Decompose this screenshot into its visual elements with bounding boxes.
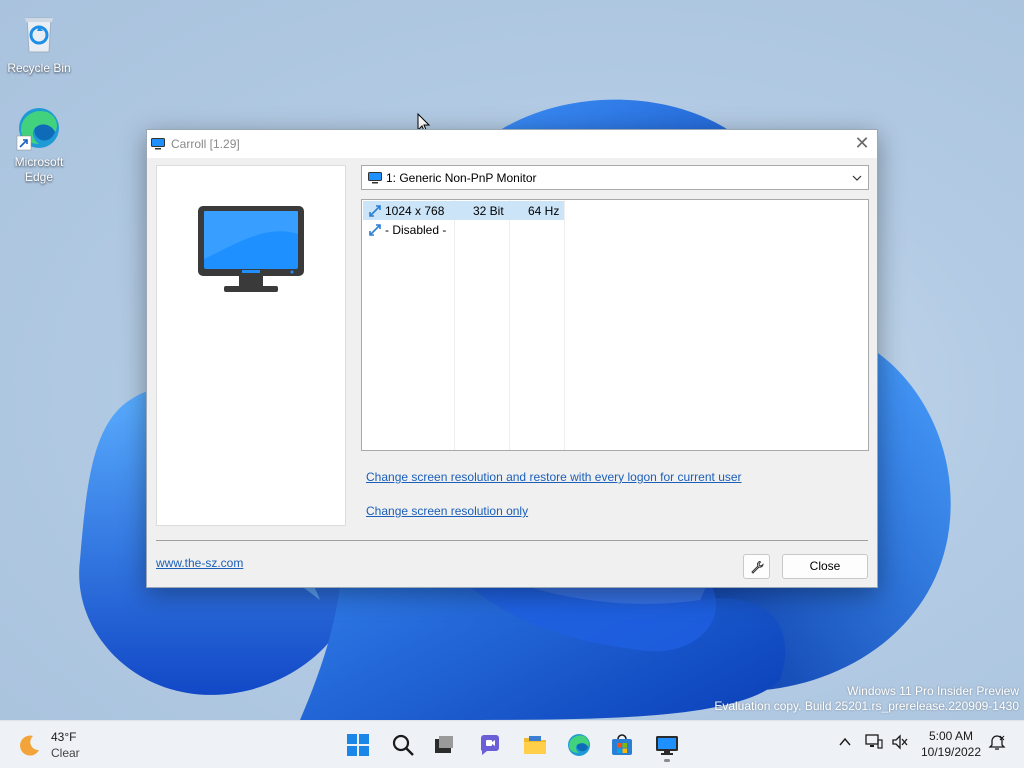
weather-temperature: 43°F xyxy=(51,730,77,744)
window-title: Carroll [1.29] xyxy=(171,137,240,151)
edge-icon xyxy=(568,734,590,756)
resize-arrow-icon xyxy=(369,224,381,236)
edge-icon xyxy=(15,104,63,152)
window-close-button[interactable]: ✕ xyxy=(847,130,877,158)
website-link[interactable]: www.the-sz.com xyxy=(156,556,243,570)
store-icon xyxy=(612,734,632,755)
network-icon[interactable] xyxy=(865,734,883,750)
weather-widget[interactable]: 43°F Clear xyxy=(16,729,106,761)
file-explorer-icon xyxy=(524,736,546,754)
mode-resolution: 1024 x 768 xyxy=(385,204,445,218)
start-icon xyxy=(347,734,369,756)
carroll-window: Carroll [1.29] ✕ 1: Generic Non-PnP Moni… xyxy=(146,129,878,588)
search-button[interactable] xyxy=(387,729,419,761)
title-bar[interactable]: Carroll [1.29] ✕ xyxy=(147,130,877,158)
restore-every-logon-link[interactable]: Change screen resolution and restore wit… xyxy=(366,470,742,484)
monitor-icon xyxy=(151,138,165,150)
edge-label: Microsoft Edge xyxy=(14,155,64,184)
edge-shortcut[interactable]: Microsoft Edge xyxy=(1,104,77,185)
recycle-bin-shortcut[interactable]: Recycle Bin xyxy=(1,10,77,76)
mode-refresh: 64 Hz xyxy=(528,204,560,218)
monitor-dropdown-value: 1: Generic Non-PnP Monitor xyxy=(386,171,537,185)
chevron-down-icon xyxy=(852,175,862,181)
monitor-preview-panel xyxy=(156,165,346,526)
chat-icon xyxy=(480,735,499,755)
divider xyxy=(156,540,868,541)
display-mode-list[interactable]: 1024 x 768 32 Bit 64 Hz - Disabled - xyxy=(361,199,869,451)
moon-icon xyxy=(20,735,39,756)
search-icon xyxy=(392,734,414,756)
system-clock[interactable]: 5:00 AM 10/19/2022 xyxy=(920,728,982,760)
chevron-up-icon[interactable] xyxy=(838,735,852,749)
mode-resolution: - Disabled - xyxy=(385,223,447,237)
column-separator xyxy=(564,200,565,450)
change-resolution-only-link[interactable]: Change screen resolution only xyxy=(366,504,528,518)
recycle-bin-icon xyxy=(15,10,63,58)
weather-condition: Clear xyxy=(51,746,80,760)
windows-watermark: Windows 11 Pro Insider Preview Evaluatio… xyxy=(714,684,1019,714)
start-button[interactable] xyxy=(342,729,374,761)
volume-muted-icon[interactable] xyxy=(891,734,909,750)
notification-icon[interactable] xyxy=(988,734,1006,752)
watermark-line-2: Evaluation copy. Build 25201.rs_prerelea… xyxy=(714,699,1019,713)
clock-time: 5:00 AM xyxy=(928,729,974,743)
file-explorer-button[interactable] xyxy=(519,729,551,761)
task-view-icon xyxy=(435,736,453,753)
store-button[interactable] xyxy=(606,729,638,761)
resize-arrow-icon xyxy=(369,205,381,217)
list-item-mode-1024x768[interactable]: 1024 x 768 32 Bit 64 Hz xyxy=(363,201,564,220)
mode-depth: 32 Bit xyxy=(473,204,504,218)
close-button[interactable]: Close xyxy=(782,554,868,579)
recycle-bin-label: Recycle Bin xyxy=(7,61,71,75)
carroll-monitor-icon xyxy=(656,736,678,755)
task-view-button[interactable] xyxy=(428,729,460,761)
carroll-taskbar-button[interactable] xyxy=(651,729,683,762)
wrench-icon xyxy=(751,560,764,574)
clock-date: 10/19/2022 xyxy=(920,745,982,759)
chat-button[interactable] xyxy=(474,729,506,761)
edge-button[interactable] xyxy=(563,729,595,761)
taskbar: 43°F Clear 5:00 AM 10/19/2022 xyxy=(0,720,1024,768)
monitor-icon xyxy=(198,206,304,292)
list-item-mode-disabled[interactable]: - Disabled - xyxy=(363,220,564,239)
watermark-line-1: Windows 11 Pro Insider Preview xyxy=(847,684,1019,698)
monitor-icon xyxy=(368,172,382,184)
running-indicator xyxy=(664,759,670,762)
monitor-dropdown[interactable]: 1: Generic Non-PnP Monitor xyxy=(361,165,869,190)
settings-button[interactable] xyxy=(743,554,770,579)
